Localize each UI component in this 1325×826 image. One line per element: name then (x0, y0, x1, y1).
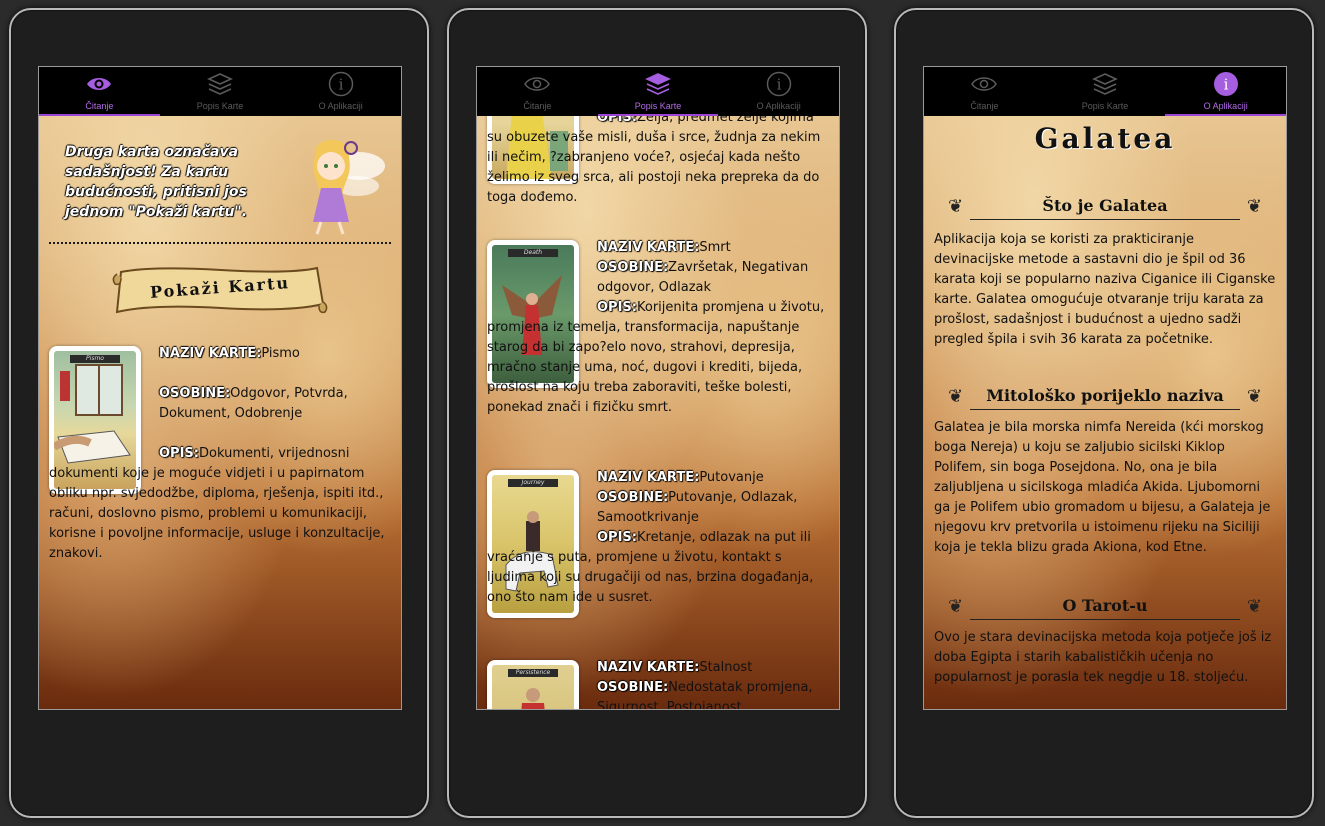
tab-card-list-label: Popis Karte (634, 101, 682, 111)
description-label: OPIS: (597, 300, 637, 315)
eye-icon (971, 71, 998, 97)
section-text: Ovo je stara devinacijska metoda koja po… (934, 630, 1272, 685)
tab-card-list-label: Popis Karte (196, 101, 244, 111)
card-description: Želja, predmet želje kojima su obuzete v… (487, 116, 821, 205)
list-item-text: NAZIV KARTE:Smrt OSOBINE:Završetak, Nega… (487, 238, 829, 418)
svg-text:i: i (1223, 76, 1228, 94)
show-card-button[interactable]: Pokaži Kartu (111, 264, 329, 316)
list-item-text: OPIS:Želja, predmet želje kojima su obuz… (487, 116, 829, 208)
tab-reading-label: Čitanje (523, 101, 552, 111)
info-icon: i (766, 71, 792, 97)
about-content: Galatea ❦ Što je Galatea ❦ Aplikacija ko… (924, 116, 1286, 709)
card-name: Putovanje (699, 470, 764, 485)
eye-icon (524, 71, 551, 97)
list-item-text: NAZIV KARTE:Putovanje OSOBINE:Putovanje,… (487, 468, 829, 608)
attributes-label: OSOBINE: (597, 490, 669, 505)
layers-icon (1092, 71, 1118, 97)
description-label: OPIS: (159, 446, 199, 461)
tab-card-list[interactable]: Popis Karte (160, 67, 281, 116)
tab-about-label: O Aplikaciji (1203, 101, 1248, 111)
layers-icon (645, 71, 671, 97)
section-heading: Mitološko porijeklo naziva (986, 386, 1224, 405)
card-description: Kretanje, odlazak na put ili vraćanje s … (487, 530, 814, 605)
section-heading: O Tarot-u (1062, 596, 1148, 615)
tab-bar: Čitanje Popis Karte i O Aplikaciji (39, 67, 401, 116)
svg-text:i: i (338, 76, 343, 94)
app-screen: Čitanje Popis Karte i O Aplikaciji OPIS:… (476, 66, 840, 710)
card-name: Pismo (261, 346, 300, 361)
info-icon: i (328, 71, 354, 97)
attributes-label: OSOBINE: (597, 260, 669, 275)
eye-icon (86, 71, 112, 97)
layers-icon (207, 71, 233, 97)
leaf-ornament-right-icon: ❦ (1246, 196, 1262, 217)
tab-reading-label: Čitanje (970, 101, 999, 111)
attributes-label: OSOBINE: (159, 386, 231, 401)
app-screen: Čitanje Popis Karte i O Aplikaciji Druga… (38, 66, 402, 710)
card-name: Smrt (699, 240, 731, 255)
name-label: NAZIV KARTE: (597, 660, 700, 675)
name-label: NAZIV KARTE: (597, 470, 700, 485)
tab-bar: Čitanje Popis Karte i O Aplikaciji (477, 67, 839, 116)
dotted-divider (49, 242, 391, 244)
card-details: NAZIV KARTE:Pismo OSOBINE:Odgovor, Potvr… (49, 344, 387, 564)
heading-underline (970, 219, 1240, 220)
svg-text:i: i (776, 76, 781, 94)
tab-reading[interactable]: Čitanje (477, 67, 598, 116)
phone-frame-card-list: Čitanje Popis Karte i O Aplikaciji OPIS:… (447, 8, 867, 818)
tab-about-label: O Aplikaciji (756, 101, 801, 111)
tab-card-list-label: Popis Karte (1081, 101, 1129, 111)
section-text: Galatea je bila morska nimfa Nereida (kć… (934, 420, 1271, 555)
leaf-ornament-left-icon: ❦ (948, 386, 964, 407)
app-title: Galatea (1034, 122, 1176, 155)
card-description: Korijenita promjena u životu, promjena i… (487, 300, 825, 415)
leaf-ornament-right-icon: ❦ (1246, 596, 1262, 617)
description-label: OPIS: (597, 530, 637, 545)
section-mythology: ❦ Mitološko porijeklo naziva ❦ Galatea j… (934, 386, 1276, 558)
heading-underline (970, 619, 1240, 620)
section-heading: Što je Galatea (1042, 196, 1168, 215)
description-label: OPIS: (597, 116, 637, 125)
leaf-ornament-left-icon: ❦ (948, 196, 964, 217)
app-screen: Čitanje Popis Karte i O Aplikaciji Galat… (923, 66, 1287, 710)
phone-frame-reading: Čitanje Popis Karte i O Aplikaciji Druga… (9, 8, 429, 818)
tab-reading[interactable]: Čitanje (39, 67, 160, 116)
tab-about[interactable]: i O Aplikaciji (1165, 67, 1286, 116)
fairy-illustration (291, 126, 387, 238)
section-tarot: ❦ O Tarot-u ❦ Ovo je stara devinacijska … (934, 596, 1276, 688)
tab-reading-label: Čitanje (85, 101, 114, 111)
card-description: Dokumenti, vrijednosni dokumenti koje je… (49, 446, 385, 561)
tab-card-list[interactable]: Popis Karte (1045, 67, 1166, 116)
name-label: NAZIV KARTE: (597, 240, 700, 255)
section-what-is: ❦ Što je Galatea ❦ Aplikacija koja se ko… (934, 196, 1276, 350)
section-text: Aplikacija koja se koristi za prakticira… (934, 232, 1276, 347)
tab-about[interactable]: i O Aplikaciji (718, 67, 839, 116)
tab-reading[interactable]: Čitanje (924, 67, 1045, 116)
card-name: Stalnost (699, 660, 753, 675)
list-item-text: NAZIV KARTE:Stalnost OSOBINE:Nedostatak … (487, 658, 829, 709)
tab-card-list[interactable]: Popis Karte (597, 67, 719, 116)
tab-bar: Čitanje Popis Karte i O Aplikaciji (924, 67, 1286, 116)
attributes-label: OSOBINE: (597, 680, 669, 695)
leaf-ornament-left-icon: ❦ (948, 596, 964, 617)
card-list-content: OPIS:Želja, predmet želje kojima su obuz… (477, 116, 839, 709)
phone-frame-about: Čitanje Popis Karte i O Aplikaciji Galat… (894, 8, 1314, 818)
name-label: NAZIV KARTE: (159, 346, 262, 361)
info-icon: i (1213, 71, 1239, 97)
leaf-ornament-right-icon: ❦ (1246, 386, 1262, 407)
reading-content: Druga karta označava sadašnjost! Za kart… (39, 116, 401, 709)
instruction-text: Druga karta označava sadašnjost! Za kart… (65, 144, 248, 220)
tab-about[interactable]: i O Aplikaciji (280, 67, 401, 116)
heading-underline (970, 409, 1240, 410)
tab-about-label: O Aplikaciji (318, 101, 363, 111)
